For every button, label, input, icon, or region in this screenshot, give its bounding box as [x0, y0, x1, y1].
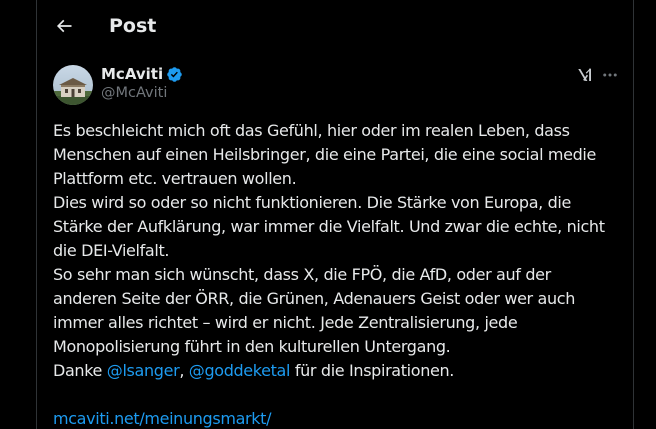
post-header: Post	[37, 0, 633, 53]
post-column: Post McAviti @McAviti Es beschleicht mic…	[36, 0, 634, 429]
back-button[interactable]	[51, 13, 77, 39]
grok-icon	[578, 68, 591, 81]
avatar-image	[53, 65, 93, 105]
grok-button[interactable]	[574, 64, 596, 86]
verified-badge-icon[interactable]	[166, 66, 183, 83]
author-name[interactable]: McAviti	[101, 65, 163, 83]
mention-goddeketal[interactable]: @goddeketal	[189, 361, 291, 380]
avatar[interactable]	[53, 65, 93, 105]
external-link[interactable]: mcaviti.net/meinungsmarkt/	[53, 409, 272, 428]
post-paragraph: Dies wird so oder so nicht funktionieren…	[53, 193, 605, 260]
mention-lsanger[interactable]: @lsanger	[107, 361, 180, 380]
post-thanks-line: Danke @lsanger, @goddeketal für die Insp…	[53, 359, 613, 383]
post-link-line: mcaviti.net/meinungsmarkt/	[53, 407, 613, 429]
post-paragraph: Es beschleicht mich oft das Gefühl, hier…	[53, 121, 597, 188]
post-paragraph: So sehr man sich wünscht, dass X, die FP…	[53, 265, 576, 356]
author-row: McAviti @McAviti	[53, 64, 619, 106]
author-name-line: McAviti	[101, 64, 183, 84]
arrow-left-icon	[56, 19, 72, 33]
page-title: Post	[109, 15, 157, 37]
thanks-suffix: für die Inspirationen.	[290, 361, 455, 380]
thanks-prefix: Danke	[53, 361, 107, 380]
more-options-button[interactable]	[599, 64, 621, 86]
more-icon	[603, 73, 617, 77]
post-text: Es beschleicht mich oft das Gefühl, hier…	[53, 119, 613, 429]
mention-separator: ,	[179, 361, 189, 380]
author-handle[interactable]: @McAviti	[101, 85, 167, 101]
